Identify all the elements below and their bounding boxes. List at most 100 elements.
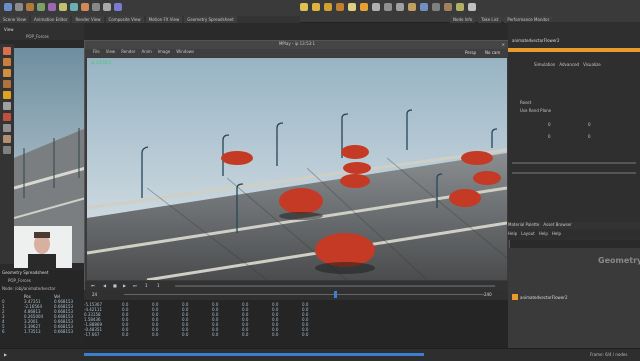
- grid-tool-icon[interactable]: [48, 3, 56, 11]
- torus-tool-icon[interactable]: [37, 3, 45, 11]
- param-subtabs: Simulation Advanced Visualize: [534, 62, 601, 67]
- param-value-1[interactable]: 0: [588, 122, 591, 127]
- tab-render-view[interactable]: Render View: [72, 16, 104, 23]
- menu-layout[interactable]: Layout: [521, 231, 535, 238]
- tab-motion-fx-view[interactable]: Motion FX View: [145, 16, 183, 23]
- sun-light-icon[interactable]: [360, 3, 368, 11]
- magnet-tool-icon[interactable]: [3, 135, 11, 143]
- menu-render[interactable]: Render: [121, 49, 135, 57]
- null-tool-icon[interactable]: [92, 3, 100, 11]
- view-tab[interactable]: View: [4, 27, 14, 32]
- network-view[interactable]: Material Palette Asset Browser Help Layo…: [508, 222, 640, 360]
- tube-tool-icon[interactable]: [26, 3, 34, 11]
- row-index: 6: [2, 329, 5, 334]
- mplay-window: MPlay - ip 13:53:1 ✕ File View Render An…: [84, 40, 517, 294]
- area-light-icon[interactable]: [324, 3, 332, 11]
- spot-light-icon[interactable]: [312, 3, 320, 11]
- tab-take-list[interactable]: Take List: [478, 16, 502, 23]
- menu-help-2[interactable]: Help: [539, 231, 548, 238]
- close-icon[interactable]: ✕: [502, 42, 505, 47]
- tab-material-palette[interactable]: Material Palette: [508, 222, 539, 229]
- subtab-advanced[interactable]: Advanced: [559, 62, 579, 67]
- scale-tool-icon[interactable]: [3, 80, 11, 88]
- snap-tool-icon[interactable]: [3, 146, 11, 154]
- left-toolbar: [0, 44, 14, 264]
- frame-field: ip 13:53:1: [91, 60, 112, 65]
- menu-help[interactable]: Help: [508, 231, 517, 238]
- spray-tool-icon[interactable]: [81, 3, 89, 11]
- rotate-tool-icon[interactable]: [3, 69, 11, 77]
- end-frame[interactable]: 1: [157, 283, 160, 288]
- move-tool-icon[interactable]: [3, 58, 11, 66]
- stop-icon[interactable]: ■: [113, 283, 117, 288]
- subtab-visualize[interactable]: Visualize: [583, 62, 601, 67]
- box-tool-icon[interactable]: [4, 3, 12, 11]
- rewind-icon[interactable]: ⏮: [91, 283, 95, 288]
- brush-tool-icon[interactable]: [3, 124, 11, 132]
- tab-node-info[interactable]: Node Info: [450, 16, 476, 23]
- tab-scene-view[interactable]: Scene View: [0, 16, 29, 23]
- menu-windows[interactable]: Windows: [176, 49, 194, 57]
- menu-view[interactable]: View: [106, 49, 116, 57]
- status-text: Frame: 6/4 / nodes: [590, 352, 628, 357]
- global-play-icon[interactable]: ▶: [4, 352, 7, 357]
- ambient-light-icon[interactable]: [456, 3, 464, 11]
- mplay-scrubber[interactable]: [175, 285, 495, 287]
- curve-tool-icon[interactable]: [59, 3, 67, 11]
- persp-button[interactable]: Persp: [465, 50, 476, 55]
- param-slider[interactable]: [512, 162, 636, 164]
- timeline-track[interactable]: [124, 294, 484, 295]
- path-tool-icon[interactable]: [70, 3, 78, 11]
- sphere-tool-icon[interactable]: [15, 3, 23, 11]
- menu-image[interactable]: Image: [158, 49, 171, 57]
- current-frame[interactable]: 24: [92, 292, 97, 297]
- param-slider-2[interactable]: [512, 172, 636, 174]
- point-light-icon[interactable]: [300, 3, 308, 11]
- font-tool-icon[interactable]: [114, 3, 122, 11]
- presenter-image: [14, 226, 72, 268]
- tab-geometry-spreadsheet[interactable]: Geometry Spreadsheet: [184, 16, 237, 23]
- vr-camera-icon[interactable]: [384, 3, 392, 11]
- gamepad-camera-icon[interactable]: [408, 3, 416, 11]
- select-tool-icon[interactable]: [3, 47, 11, 55]
- timeline[interactable]: 24 240: [84, 290, 508, 300]
- portal-light-icon[interactable]: [444, 3, 452, 11]
- render-viewport[interactable]: ip 13:53:1: [87, 58, 507, 280]
- switcher-icon[interactable]: [396, 3, 404, 11]
- handle-tool-icon[interactable]: [3, 91, 11, 99]
- cell-value: 0.0: [272, 332, 279, 337]
- tab-asset-browser[interactable]: Asset Browser: [543, 222, 571, 229]
- env-light-icon[interactable]: [348, 3, 356, 11]
- play-back-icon[interactable]: ◀: [103, 283, 106, 288]
- param-value-2[interactable]: 0: [548, 134, 551, 139]
- tab-animation-editor[interactable]: Animation Editor: [30, 16, 71, 23]
- param-value-3[interactable]: 0: [588, 134, 591, 139]
- use-rend-plane-label: Use Rend Plane: [520, 108, 552, 113]
- sky-light-icon[interactable]: [336, 3, 344, 11]
- sheet-title[interactable]: Geometry Spreadsheet: [2, 270, 48, 275]
- subtab-simulation[interactable]: Simulation: [534, 62, 555, 67]
- node-tile[interactable]: [512, 294, 518, 300]
- pose-tool-icon[interactable]: [3, 102, 11, 110]
- start-frame[interactable]: 1: [145, 283, 148, 288]
- view-tool-icon[interactable]: [3, 113, 11, 121]
- no-cam-button[interactable]: No cam: [485, 50, 500, 55]
- menu-anim[interactable]: Anim: [141, 49, 151, 57]
- reset-button[interactable]: Reset: [520, 100, 531, 105]
- platonic-tool-icon[interactable]: [103, 3, 111, 11]
- menu-file[interactable]: File: [93, 49, 100, 57]
- tab-composite-view[interactable]: Composite View: [105, 16, 144, 23]
- timeline-end[interactable]: 240: [484, 292, 492, 297]
- selection-highlight: [508, 48, 640, 52]
- menu-help-3[interactable]: Help: [552, 231, 561, 238]
- global-timeline[interactable]: [84, 353, 424, 356]
- param-value-0[interactable]: 0: [548, 122, 551, 127]
- play-icon[interactable]: ▶: [123, 283, 126, 288]
- timeline-playhead[interactable]: [334, 291, 337, 298]
- light-tool-icon[interactable]: [432, 3, 440, 11]
- distant-light-icon[interactable]: [468, 3, 476, 11]
- global-playbar: ▶ Frame: 6/4 / nodes: [0, 348, 640, 361]
- forward-icon[interactable]: ⏭: [133, 283, 137, 288]
- stereo-camera-icon[interactable]: [420, 3, 428, 11]
- camera-icon[interactable]: [372, 3, 380, 11]
